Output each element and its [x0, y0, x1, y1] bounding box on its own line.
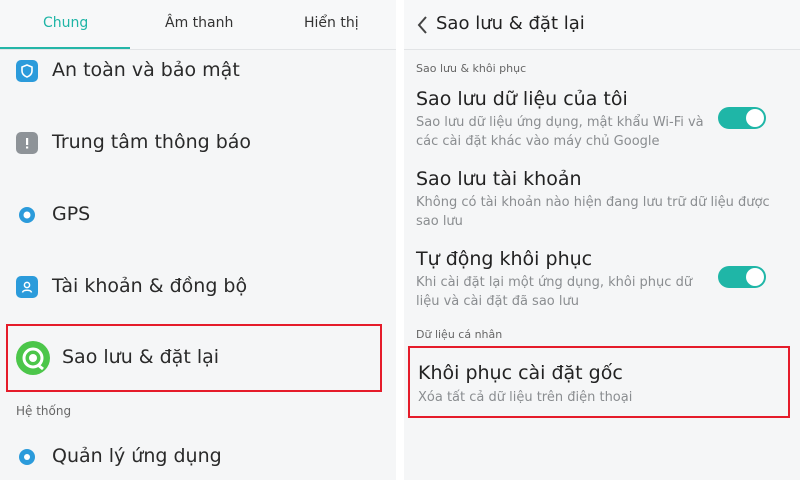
section-header-personal-data: Dữ liệu cá nhân [416, 328, 503, 341]
settings-item-label: GPS [52, 203, 91, 225]
settings-item-label: Quản lý ứng dụng [52, 445, 222, 467]
setting-description: Sao lưu dữ liệu ứng dụng, mật khẩu Wi-Fi… [416, 115, 704, 149]
tab-sound[interactable]: Âm thanh [165, 15, 233, 31]
setting-description: Xóa tất cả dữ liệu trên điện thoại [418, 390, 633, 405]
setting-title: Sao lưu dữ liệu của tôi [416, 88, 628, 110]
setting-title: Khôi phục cài đặt gốc [418, 362, 623, 384]
shield-icon [16, 60, 38, 82]
section-header-system: Hệ thống [16, 404, 72, 418]
settings-item-label: Trung tâm thông báo [52, 131, 252, 153]
page-title: Sao lưu & đặt lại [436, 13, 585, 34]
backup-reset-header: Sao lưu & đặt lại [404, 0, 800, 50]
backup-data-toggle[interactable] [718, 107, 766, 129]
settings-item-label: An toàn và bảo mật [52, 59, 240, 81]
setting-description: Không có tài khoản nào hiện đang lưu trữ… [416, 195, 770, 229]
exclamation-icon [16, 132, 38, 154]
header-divider [404, 49, 800, 50]
settings-item-label: Sao lưu & đặt lại [62, 346, 220, 368]
back-arrow-icon[interactable] [414, 13, 432, 37]
settings-item-gps[interactable]: GPS [0, 190, 396, 242]
setting-title: Tự động khôi phục [416, 248, 593, 270]
backup-reset-pane: Sao lưu & đặt lại Sao lưu & khôi phục Sa… [404, 0, 800, 480]
settings-item-notifications[interactable]: Trung tâm thông báo [0, 118, 396, 170]
toggle-knob [746, 109, 764, 127]
backup-reset-icon [16, 341, 50, 375]
setting-description: Khi cài đặt lại một ứng dụng, khôi phục … [416, 275, 693, 309]
settings-tabs: Chung Âm thanh Hiển thị [0, 0, 396, 50]
settings-item-label: Tài khoản & đồng bộ [52, 275, 248, 297]
settings-item-accounts-sync[interactable]: Tài khoản & đồng bộ [0, 262, 396, 314]
settings-item-app-manager[interactable]: Quản lý ứng dụng [0, 432, 396, 480]
settings-item-security[interactable]: An toàn và bảo mật [0, 46, 396, 98]
settings-item-backup-reset[interactable]: Sao lưu & đặt lại [6, 324, 382, 392]
gear-icon [16, 446, 38, 468]
pane-divider [396, 0, 404, 480]
settings-main-pane: Chung Âm thanh Hiển thị An toàn và bảo m… [0, 0, 396, 480]
auto-restore-toggle[interactable] [718, 266, 766, 288]
toggle-knob [746, 268, 764, 286]
setting-title: Sao lưu tài khoản [416, 168, 582, 190]
location-pin-icon [16, 204, 38, 226]
section-header-backup-restore: Sao lưu & khôi phục [416, 62, 527, 75]
user-account-icon [16, 276, 38, 298]
tab-display[interactable]: Hiển thị [304, 15, 359, 31]
setting-factory-reset[interactable]: Khôi phục cài đặt gốc Xóa tất cả dữ liệu… [408, 346, 790, 418]
tab-general[interactable]: Chung [43, 15, 88, 31]
